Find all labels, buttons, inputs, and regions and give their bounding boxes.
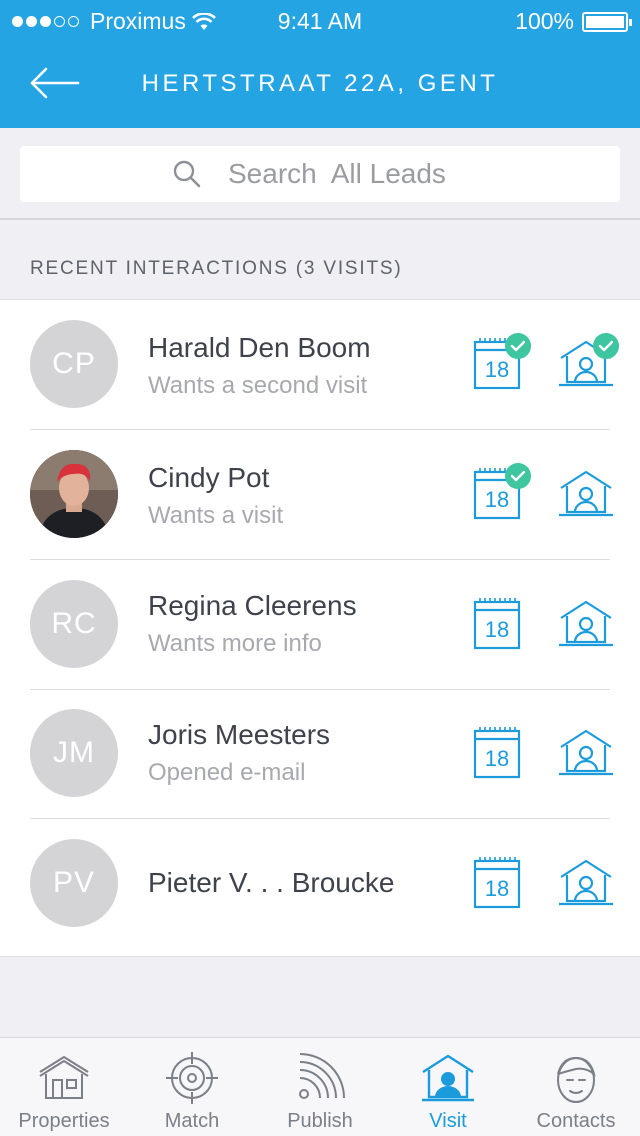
visit-house-button[interactable]: [556, 330, 622, 396]
search-icon: [173, 160, 201, 188]
tab-label: Visit: [429, 1110, 467, 1132]
search-input[interactable]: [228, 158, 468, 190]
tab-properties[interactable]: Properties: [0, 1038, 128, 1136]
avatar: RC: [30, 580, 118, 668]
lead-row[interactable]: Cindy Pot Wants a visit 18: [0, 430, 640, 560]
calendar-icon: 18: [473, 463, 531, 520]
face-icon: [557, 1056, 596, 1103]
lead-name: Joris Meesters: [148, 719, 331, 750]
calendar-icon: 18: [473, 333, 531, 390]
schedule-calendar-button[interactable]: 18: [470, 332, 534, 396]
visit-house-button[interactable]: [556, 460, 622, 526]
status-bar: Proximus 9:41 AM 100%: [0, 0, 640, 40]
schedule-calendar-button[interactable]: 18: [470, 592, 534, 656]
lead-name: Regina Cleerens: [148, 590, 357, 621]
schedule-calendar-button[interactable]: 18: [470, 721, 534, 785]
leads-list: CP Harald Den Boom Wants a second visit …: [0, 299, 640, 957]
visit-house-icon: [559, 859, 613, 906]
visit-house-icon: [559, 729, 613, 776]
lead-name: Harald Den Boom: [148, 332, 371, 363]
calendar-day: 18: [485, 876, 509, 901]
lead-row[interactable]: RC Regina Cleerens Wants more info 18: [0, 560, 640, 690]
calendar-icon: 18: [473, 727, 521, 779]
calendar-icon: 18: [473, 857, 521, 909]
calendar-day: 18: [485, 357, 509, 382]
target-icon: [166, 1052, 218, 1104]
tab-visit[interactable]: Visit: [384, 1038, 512, 1136]
tab-bar: Properties Match Publish Visit Contacts: [0, 1037, 640, 1136]
status-right: 100%: [515, 8, 632, 35]
tab-match[interactable]: Match: [128, 1038, 256, 1136]
tab-label: Publish: [287, 1110, 353, 1132]
battery-icon: [582, 11, 632, 32]
house-icon: [39, 1056, 89, 1099]
calendar-day: 18: [485, 617, 509, 642]
calendar-day: 18: [485, 487, 509, 512]
tab-label: Contacts: [536, 1110, 616, 1132]
lead-subtitle: Opened e-mail: [148, 759, 306, 786]
lead-row[interactable]: JM Joris Meesters Opened e-mail 18: [0, 689, 640, 819]
visit-house-button[interactable]: [556, 719, 622, 785]
tab-label: Match: [164, 1110, 220, 1132]
schedule-calendar-button[interactable]: 18: [470, 462, 534, 526]
avatar-photo: [30, 450, 118, 538]
visit-house-icon: [559, 600, 613, 647]
calendar-icon: 18: [473, 598, 521, 650]
visit-house-icon: [559, 470, 613, 517]
visit-house-icon: [422, 1054, 474, 1102]
search-bar[interactable]: [20, 146, 620, 202]
avatar: CP: [30, 320, 118, 408]
battery-percent: 100%: [515, 8, 574, 34]
app-header: Proximus 9:41 AM 100% HERTSTRAAT 22A, GE…: [0, 0, 640, 128]
tab-publish[interactable]: Publish: [256, 1038, 384, 1136]
search-section: [0, 128, 640, 220]
section-label: RECENT INTERACTIONS (3 VISITS): [30, 258, 403, 279]
broadcast-icon: [299, 1053, 345, 1099]
schedule-calendar-button[interactable]: 18: [470, 851, 534, 915]
lead-name: Cindy Pot: [148, 462, 270, 493]
person-photo-icon: [30, 450, 118, 538]
visit-house-button[interactable]: [556, 849, 622, 915]
tab-contacts[interactable]: Contacts: [512, 1038, 640, 1136]
lead-subtitle: Wants a second visit: [148, 372, 368, 399]
visit-house-icon: [559, 333, 619, 387]
avatar: PV: [30, 839, 118, 927]
page-title: HERTSTRAAT 22A, GENT: [141, 70, 499, 97]
calendar-day: 18: [485, 746, 509, 771]
lead-subtitle: Wants a visit: [148, 502, 284, 529]
lead-subtitle: Wants more info: [148, 630, 322, 657]
visit-house-button[interactable]: [556, 590, 622, 656]
tab-label: Properties: [18, 1110, 110, 1132]
lead-name: Pieter V. . . Broucke: [148, 867, 395, 898]
lead-row[interactable]: CP Harald Den Boom Wants a second visit …: [0, 300, 640, 430]
lead-row[interactable]: PV Pieter V. . . Broucke 18: [0, 819, 640, 949]
avatar: JM: [30, 709, 118, 797]
